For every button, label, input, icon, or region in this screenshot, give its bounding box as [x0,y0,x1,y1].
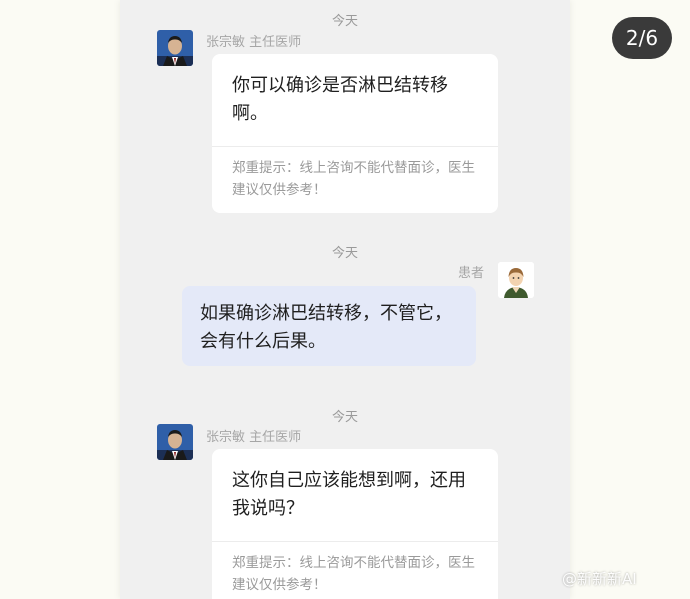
doctor-portrait-icon [157,30,193,66]
page-indicator: 2/6 [612,17,672,59]
timestamp: 今天 [331,246,358,261]
doctor-message-text: 你可以确诊是否淋巴结转移啊。 [232,75,448,124]
timestamp: 今天 [331,14,358,29]
doctor-message-bubble[interactable]: 你可以确诊是否淋巴结转移啊。 郑重提示：线上咨询不能代替面诊，医生建议仅供参考！ [212,54,498,213]
disclaimer-note: 郑重提示：线上咨询不能代替面诊，医生建议仅供参考！ [232,555,475,593]
patient-message-bubble[interactable]: 如果确诊淋巴结转移，不管它，会有什么后果。 [182,286,476,366]
background-right [570,0,690,599]
doctor-avatar[interactable] [157,30,193,66]
timestamp: 今天 [331,410,358,425]
patient-user-icon [498,262,534,298]
doctor-name: 张宗敏 主任医师 [206,430,302,445]
patient-name: 患者 [458,266,485,281]
doctor-message-text: 这你自己应该能想到啊，还用我说吗？ [232,470,466,519]
doctor-name: 张宗敏 主任医师 [206,35,302,50]
patient-message-text: 如果确诊淋巴结转移，不管它，会有什么后果。 [200,303,452,352]
disclaimer-note: 郑重提示：线上咨询不能代替面诊，医生建议仅供参考！ [232,160,475,198]
patient-avatar[interactable] [498,262,534,298]
doctor-avatar[interactable] [157,424,193,460]
doctor-portrait-icon [157,424,193,460]
background-left [0,0,120,599]
doctor-message-bubble[interactable]: 这你自己应该能想到啊，还用我说吗？ 郑重提示：线上咨询不能代替面诊，医生建议仅供… [212,449,498,599]
watermark: @新新新AI [562,570,637,588]
chat-screen[interactable]: 今天 张宗敏 主任医师 你可以确诊是否淋巴结转移啊。 郑重提示：线上咨询不能代替… [120,0,570,599]
